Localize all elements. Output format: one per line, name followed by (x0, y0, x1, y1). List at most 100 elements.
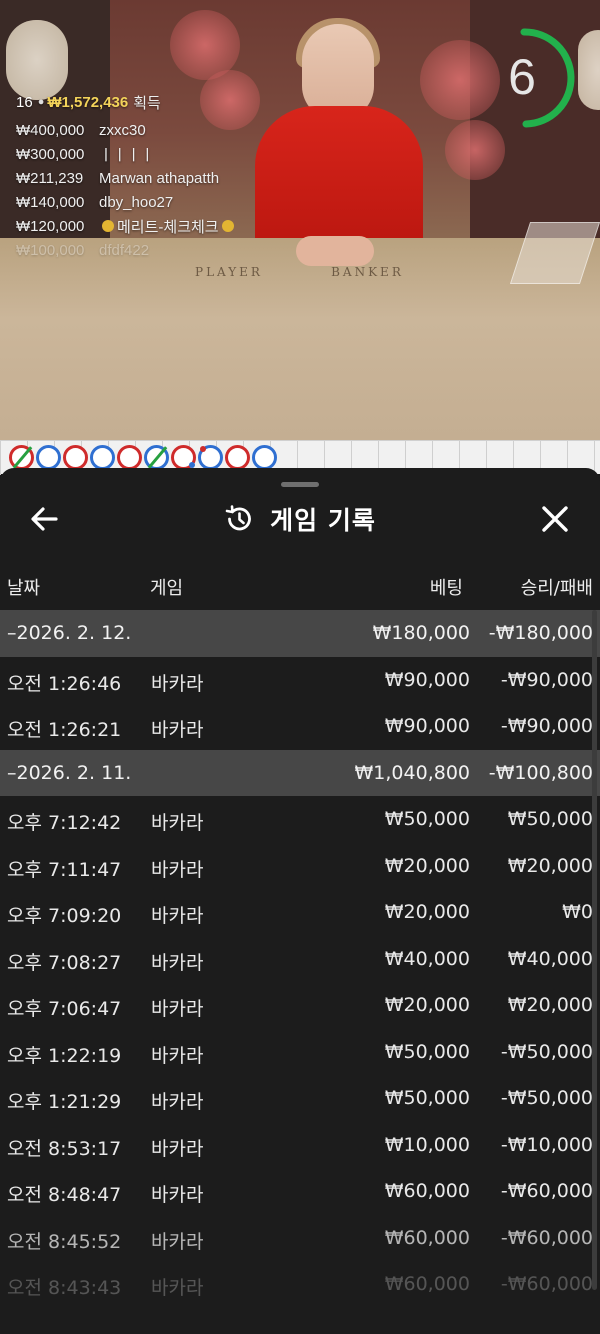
lantern-decoration (6, 20, 68, 100)
bead-player-pair-icon (171, 445, 196, 470)
date-group-row[interactable]: –2026. 2. 11. ₩1,040,800 -₩100,800 (0, 749, 600, 796)
row-bet: ₩50,000 (384, 1087, 470, 1109)
row-game: 바카라 (151, 905, 204, 927)
history-clock-icon (225, 505, 252, 531)
row-result: ₩20,000 (507, 994, 593, 1016)
row-time: 오후 7:12:42 (7, 812, 122, 834)
winner-row: ₩400,000 zxxc30 (16, 118, 237, 142)
date-group-row[interactable]: –2026. 2. 12. ₩180,000 -₩180,000 (0, 610, 600, 657)
group-result-total: -₩180,000 (488, 622, 593, 644)
row-result: -₩60,000 (500, 1226, 593, 1249)
history-row[interactable]: 오후 7:11:47 바카라 ₩20,000 ₩20,000 (0, 843, 600, 890)
row-result: ₩40,000 (507, 947, 593, 970)
history-row[interactable]: 오전 8:43:43 바카라 ₩60,000 -₩60,000 (0, 1261, 600, 1308)
history-row[interactable]: 오후 7:06:47 바카라 ₩20,000 ₩20,000 (0, 982, 600, 1029)
timer-value: 6 (508, 49, 536, 105)
game-history-sheet: 게임 기록 날짜 게임 베팅 승리/패배 –2026. 2. 12. ₩180,… (0, 468, 600, 1334)
column-game: 게임 (150, 578, 184, 599)
column-date: 날짜 (7, 578, 41, 599)
row-bet: ₩40,000 (384, 947, 470, 970)
group-bet-total: ₩1,040,800 (354, 761, 470, 784)
row-result: -₩60,000 (500, 1180, 593, 1202)
row-result: ₩20,000 (507, 854, 593, 877)
row-game: 바카라 (151, 1137, 204, 1160)
close-button[interactable] (538, 502, 572, 536)
arrow-left-icon (31, 507, 58, 531)
row-game: 바카라 (151, 998, 204, 1020)
winner-name: Marwan athapatth (99, 169, 220, 187)
winner-row: ₩211,239 Marwan athapatth (16, 166, 237, 190)
winner-amount: ₩300,000 (16, 145, 85, 163)
sheet-drag-handle[interactable] (281, 482, 319, 487)
row-result: ₩0 (562, 901, 593, 923)
dealer-body (255, 106, 423, 256)
history-list: –2026. 2. 12. ₩180,000 -₩180,000 오전 1:26… (0, 610, 600, 1308)
row-bet: ₩10,000 (384, 1133, 470, 1156)
back-button[interactable] (28, 504, 62, 534)
row-time: 오후 7:08:27 (7, 951, 122, 974)
close-icon (542, 506, 568, 532)
winner-name: 메리트-체크체크 (117, 218, 219, 236)
winner-name: dfdf422 (99, 241, 150, 259)
bead-banker-pair-icon (198, 445, 223, 470)
winner-name: zxxc30 (99, 121, 146, 139)
row-result: -₩10,000 (500, 1133, 593, 1156)
row-bet: ₩20,000 (384, 854, 470, 877)
sheet-title-text: 게임 기록 (270, 506, 376, 535)
history-row[interactable]: 오후 7:09:20 바카라 ₩20,000 ₩0 (0, 889, 600, 936)
winners-suffix: 획득 (133, 94, 161, 112)
row-game: 바카라 (151, 1184, 204, 1206)
row-bet: ₩60,000 (384, 1180, 470, 1202)
live-video-stream: PLAYER BANKER 6 16 ● ₩1,572,436 획득 ₩400,… (0, 0, 600, 440)
winners-total: ₩1,572,436 (47, 93, 129, 111)
group-result-total: -₩100,800 (488, 761, 593, 784)
group-date: –2026. 2. 11. (7, 761, 132, 784)
history-row[interactable]: 오전 8:45:52 바카라 ₩60,000 -₩60,000 (0, 1215, 600, 1262)
row-time: 오전 1:26:21 (7, 719, 122, 741)
row-bet: ₩20,000 (384, 901, 470, 923)
row-time: 오전 8:48:47 (7, 1184, 122, 1206)
row-time: 오후 7:09:20 (7, 905, 122, 927)
history-row[interactable]: 오전 8:53:17 바카라 ₩10,000 -₩10,000 (0, 1122, 600, 1169)
row-game: 바카라 (151, 951, 204, 974)
winners-summary: 16 ● ₩1,572,436 획득 (16, 92, 237, 112)
row-time: 오후 7:06:47 (7, 998, 122, 1020)
group-date: –2026. 2. 12. (7, 622, 132, 644)
sheet-header: 게임 기록 (0, 496, 600, 542)
row-time: 오후 1:21:29 (7, 1091, 122, 1113)
row-time: 오전 8:45:52 (7, 1230, 122, 1253)
row-bet: ₩20,000 (384, 994, 470, 1016)
bead-player-icon (117, 445, 142, 470)
bead-banker-icon (90, 445, 115, 470)
scrollbar[interactable] (592, 610, 597, 1290)
row-game: 바카라 (151, 812, 204, 834)
history-row[interactable]: 오후 7:08:27 바카라 ₩40,000 ₩40,000 (0, 936, 600, 983)
winner-amount: ₩120,000 (16, 217, 85, 235)
row-game: 바카라 (151, 1091, 204, 1113)
sheet-title: 게임 기록 (0, 496, 600, 542)
winner-amount: ₩140,000 (16, 193, 85, 211)
table-print-player: PLAYER (195, 265, 263, 279)
row-bet: ₩50,000 (384, 1040, 470, 1063)
column-bet: 베팅 (429, 578, 463, 599)
history-row[interactable]: 오전 1:26:46 바카라 ₩90,000 -₩90,000 (0, 657, 600, 704)
winner-amount: ₩211,239 (16, 169, 84, 187)
history-row[interactable]: 오전 1:26:21 바카라 ₩90,000 -₩90,000 (0, 703, 600, 750)
row-bet: ₩50,000 (384, 808, 470, 830)
row-time: 오전 8:43:43 (7, 1277, 122, 1299)
history-row[interactable]: 오전 8:48:47 바카라 ₩60,000 -₩60,000 (0, 1168, 600, 1215)
row-game: 바카라 (151, 1230, 204, 1253)
winners-count: 16 (16, 93, 33, 111)
merit-badge-icon (221, 220, 234, 232)
row-game: 바카라 (151, 1277, 204, 1299)
history-row[interactable]: 오후 7:12:42 바카라 ₩50,000 ₩50,000 (0, 796, 600, 843)
table-print: PLAYER BANKER (195, 265, 404, 279)
dealer-hands (296, 236, 374, 266)
winners-overlay: 16 ● ₩1,572,436 획득 ₩400,000 zxxc30 ₩300,… (16, 92, 237, 262)
history-row[interactable]: 오후 1:22:19 바카라 ₩50,000 -₩50,000 (0, 1029, 600, 1076)
history-row[interactable]: 오후 1:21:29 바카라 ₩50,000 -₩50,000 (0, 1075, 600, 1122)
column-result: 승리/패배 (520, 578, 593, 599)
row-result: -₩50,000 (500, 1040, 593, 1063)
bet-timer: 6 (484, 22, 578, 130)
winner-amount: ₩100,000 (16, 241, 85, 259)
